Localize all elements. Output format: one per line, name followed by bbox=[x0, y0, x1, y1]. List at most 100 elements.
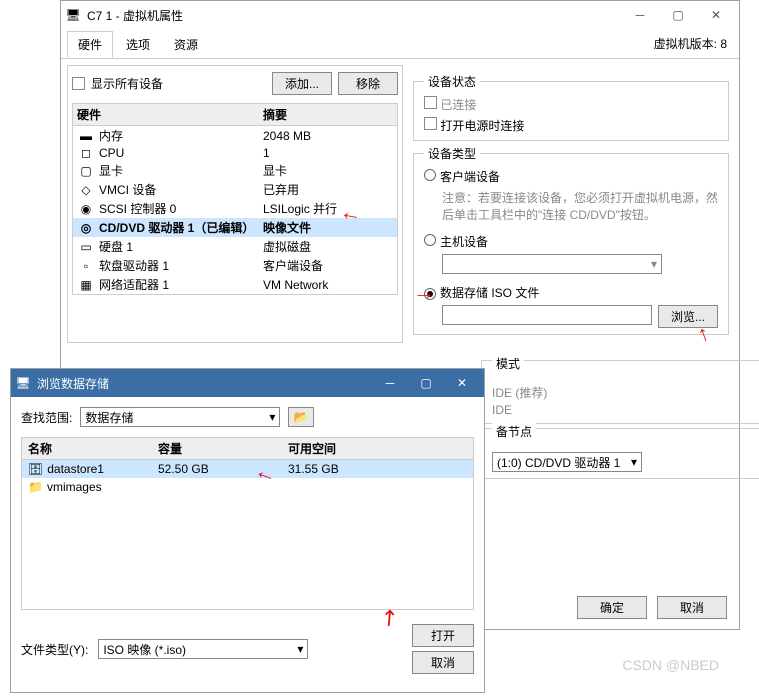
devtype-legend: 设备类型 bbox=[424, 145, 480, 162]
close-button[interactable]: ✕ bbox=[697, 3, 735, 27]
connected-checkbox[interactable] bbox=[424, 96, 437, 109]
iso-radio[interactable] bbox=[424, 288, 436, 300]
hw-summary: 1 bbox=[263, 146, 270, 160]
hw-name: 显卡 bbox=[99, 162, 263, 179]
col-name: 名称 bbox=[22, 438, 152, 459]
client-device-label: 客户端设备 bbox=[440, 170, 500, 184]
hw-header: 硬件 摘要 bbox=[72, 103, 398, 126]
client-device-radio[interactable] bbox=[424, 169, 436, 181]
mode-rec: IDE (推荐) bbox=[492, 384, 759, 401]
mode-group: 模式 IDE (推荐) IDE bbox=[481, 360, 759, 424]
watermark: CSDN @NBED bbox=[622, 657, 719, 673]
hardware-row[interactable]: ◻CPU1 bbox=[73, 145, 397, 161]
chevron-down-icon: ▾ bbox=[651, 257, 657, 271]
vsphere-icon: 🖥 bbox=[15, 375, 31, 391]
ok-button[interactable]: 确定 bbox=[577, 596, 647, 619]
show-all-checkbox[interactable] bbox=[72, 77, 85, 90]
hardware-list: ▬内存2048 MB◻CPU1▢显卡显卡◇VMCI 设备已弃用◉SCSI 控制器… bbox=[72, 126, 398, 295]
remove-button[interactable]: 移除 bbox=[338, 72, 398, 95]
filetype-select[interactable]: ISO 映像 (*.iso)▾ bbox=[98, 639, 308, 659]
device-status-group: 设备状态 已连接 打开电源时连接 bbox=[413, 73, 729, 141]
hw-summary: LSILogic 并行 bbox=[263, 200, 337, 217]
hardware-row[interactable]: ▦ 网络适配器 1VM Network bbox=[73, 275, 397, 294]
col-free: 可用空间 bbox=[282, 438, 473, 459]
up-folder-button[interactable]: 📂 bbox=[288, 407, 314, 427]
hardware-row[interactable]: ◇VMCI 设备已弃用 bbox=[73, 180, 397, 199]
chevron-down-icon: ▾ bbox=[297, 642, 303, 656]
dialog-cancel-button[interactable]: 取消 bbox=[412, 651, 474, 674]
main-titlebar: 🖥 C7 1 - 虚拟机属性 ─ ▢ ✕ bbox=[61, 1, 739, 29]
hw-name: CPU bbox=[99, 146, 263, 160]
iso-path-input[interactable] bbox=[442, 305, 652, 325]
hardware-row[interactable]: ▢显卡显卡 bbox=[73, 161, 397, 180]
maximize-button[interactable]: ▢ bbox=[408, 371, 444, 395]
hw-icon: ▢ bbox=[77, 164, 95, 178]
hw-icon: ▬ bbox=[77, 129, 95, 143]
col-summary: 摘要 bbox=[263, 106, 287, 123]
hw-name: 硬盘 1 bbox=[99, 238, 263, 255]
mode-ide: IDE bbox=[492, 403, 759, 417]
vm-version-label: 虚拟机版本: 8 bbox=[654, 35, 727, 52]
browse-button[interactable]: 浏览... bbox=[658, 305, 718, 328]
mode-legend: 模式 bbox=[492, 355, 524, 372]
hw-summary: VM Network bbox=[263, 278, 328, 292]
hw-summary: 已弃用 bbox=[263, 181, 299, 198]
ds-free bbox=[282, 485, 473, 489]
scope-select[interactable]: 数据存储▾ bbox=[80, 407, 280, 427]
vdev-group: 备节点 (1:0) CD/DVD 驱动器 1▾ bbox=[481, 428, 759, 479]
hardware-row[interactable]: ◉SCSI 控制器 0LSILogic 并行 bbox=[73, 199, 397, 218]
show-all-label: 显示所有设备 bbox=[91, 75, 163, 92]
hardware-row[interactable]: ▫ 软盘驱动器 1客户端设备 bbox=[73, 256, 397, 275]
hw-summary: 客户端设备 bbox=[263, 257, 323, 274]
chevron-down-icon: ▾ bbox=[631, 455, 637, 469]
hardware-row[interactable]: ▭ 硬盘 1虚拟磁盘 bbox=[73, 237, 397, 256]
host-device-radio[interactable] bbox=[424, 234, 436, 246]
hw-summary: 虚拟磁盘 bbox=[263, 238, 311, 255]
ds-capacity bbox=[152, 485, 282, 489]
ds-name: vmimages bbox=[47, 480, 102, 494]
close-button[interactable]: ✕ bbox=[444, 371, 480, 395]
ds-capacity: 52.50 GB bbox=[152, 460, 282, 478]
datastore-row[interactable]: 📁 vmimages bbox=[22, 478, 473, 496]
filetype-label: 文件类型(Y): bbox=[21, 641, 88, 658]
minimize-button[interactable]: ─ bbox=[621, 3, 659, 27]
ds-free: 31.55 GB bbox=[282, 460, 473, 478]
open-button[interactable]: 打开 bbox=[412, 624, 474, 647]
add-button[interactable]: 添加... bbox=[272, 72, 332, 95]
browse-titlebar: 🖥 浏览数据存储 ─ ▢ ✕ bbox=[11, 369, 484, 397]
hw-name: CD/DVD 驱动器 1（已编辑） bbox=[99, 219, 263, 236]
hw-name: VMCI 设备 bbox=[99, 181, 263, 198]
hardware-row[interactable]: ◎ CD/DVD 驱动器 1（已编辑）映像文件 bbox=[73, 218, 397, 237]
hw-icon: ◉ bbox=[77, 202, 95, 216]
col-capacity: 容量 bbox=[152, 438, 282, 459]
hw-summary: 映像文件 bbox=[263, 219, 311, 236]
datastore-list: 🗄datastore152.50 GB31.55 GB 📁 vmimages bbox=[21, 460, 474, 610]
tab-hardware[interactable]: 硬件 bbox=[67, 31, 113, 58]
hw-icon: ▦ bbox=[77, 278, 95, 292]
hw-icon: ◎ bbox=[77, 221, 95, 235]
tab-options[interactable]: 选项 bbox=[115, 31, 161, 58]
vsphere-icon: 🖥 bbox=[65, 7, 81, 23]
col-hardware: 硬件 bbox=[77, 106, 263, 123]
hw-name: 软盘驱动器 1 bbox=[99, 257, 263, 274]
datastore-row[interactable]: 🗄datastore152.50 GB31.55 GB bbox=[22, 460, 473, 478]
ds-icon: 📁 bbox=[28, 480, 43, 494]
hw-name: 网络适配器 1 bbox=[99, 276, 263, 293]
tab-resources[interactable]: 资源 bbox=[163, 31, 209, 58]
cancel-button[interactable]: 取消 bbox=[657, 596, 727, 619]
hw-icon: ▫ bbox=[77, 259, 95, 273]
browse-title: 浏览数据存储 bbox=[37, 375, 372, 392]
minimize-button[interactable]: ─ bbox=[372, 371, 408, 395]
connect-power-checkbox[interactable] bbox=[424, 117, 437, 130]
hardware-row[interactable]: ▬ 内存2048 MB bbox=[73, 126, 397, 145]
hw-summary: 2048 MB bbox=[263, 129, 311, 143]
client-hint: 注意：若要连接该设备，您必须打开虚拟机电源，然后单击工具栏中的"连接 CD/DV… bbox=[442, 189, 718, 223]
hw-icon: ▭ bbox=[77, 240, 95, 254]
maximize-button[interactable]: ▢ bbox=[659, 3, 697, 27]
host-device-select[interactable]: ▾ bbox=[442, 254, 662, 274]
tab-strip: 硬件 选项 资源 bbox=[61, 29, 739, 59]
vdev-select[interactable]: (1:0) CD/DVD 驱动器 1▾ bbox=[492, 452, 642, 472]
hw-name: 内存 bbox=[99, 127, 263, 144]
scope-label: 查找范围: bbox=[21, 409, 72, 426]
status-legend: 设备状态 bbox=[424, 73, 480, 90]
